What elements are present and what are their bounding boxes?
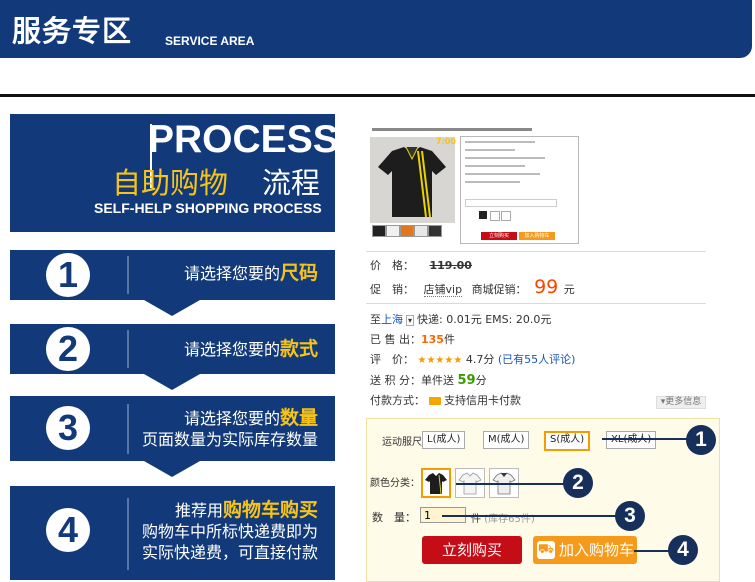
process-title-cn: 流程 [262,166,321,200]
thumb-4[interactable] [414,225,428,237]
header-divider [0,94,755,97]
color-option-black[interactable] [421,468,451,498]
step-divider [127,256,129,294]
thumbnail-title-bar [372,128,532,131]
step-arrow [144,374,200,390]
promo-row: 促 销： 店铺vip 商城促销： 99 元 [370,276,575,298]
header-subtitle: SERVICE AREA [165,34,255,48]
process-title-en: PROCESS [148,118,339,161]
chevron-down-icon[interactable]: ▾ [406,315,415,326]
callout-1: 1 [686,425,716,455]
rating-value: 4.7分 [465,353,495,366]
process-title-cn-highlight: 自助购物 [112,166,229,200]
callout-line [634,550,670,552]
size-option-s[interactable]: S(成人) [544,431,591,451]
step-divider [127,404,129,454]
points-value: 59 [457,373,476,388]
sold-row: 已 售 出：135件 [370,333,455,346]
product-photo [370,137,455,223]
buy-now-button[interactable]: 立刻购买 [422,536,522,564]
more-info-button[interactable]: ▾更多信息 [656,396,706,409]
reviews-link[interactable]: (已有55人评论) [498,353,576,366]
payment-text: 支持信用卡付款 [444,394,521,407]
step-divider [127,330,129,368]
step-3-number: 3 [46,406,90,450]
sold-count: 135 [421,333,444,346]
shipping-fee: 快递: 0.01元 EMS: 20.0元 [417,313,552,326]
price-label: 价 格： [370,259,414,272]
thumb-3[interactable] [400,225,414,237]
thumbnail-info-box: 立刻购买 加入购物车 [460,136,579,244]
currency: 元 [563,283,575,296]
thumbnail-price-tag: 7:00 [436,137,456,146]
step-4-number: 4 [46,508,90,552]
shipping-row: 至上海 ▾ 快递: 0.01元 EMS: 20.0元 [370,313,552,326]
size-option-m[interactable]: M(成人) [483,431,530,449]
callout-4: 4 [668,535,698,565]
step-1-text: 请选择您要的尺码 [183,262,318,284]
qty-unit: 件 (库存65件) [471,514,535,525]
callout-line [456,483,564,485]
promo-text: 商城促销： [471,283,527,296]
shirt-black-icon [425,473,447,495]
step-arrow [144,461,200,477]
row-divider [366,303,706,304]
cart-icon: ⛟ [537,541,555,559]
rating-stars-icon: ★★★★★ [417,355,463,366]
step-3-text: 请选择您要的数量 页面数量为实际库存数量 [141,407,318,450]
size-option-l[interactable]: L(成人) [422,431,466,449]
callout-2: 2 [563,468,593,498]
promo-tag[interactable]: 店铺vip [423,283,463,297]
thumb-1[interactable] [372,225,386,237]
step-divider [127,498,129,570]
step-4-text: 推荐用购物车购买 购物车中所标快递费即为实际快递费，可直接付款 [141,499,318,563]
callout-line [442,515,616,517]
step-1-number: 1 [46,253,90,297]
row-divider [366,251,706,252]
process-subtitle: SELF-HELP SHOPPING PROCESS [94,200,322,216]
header-title: 服务专区 [12,14,133,48]
polo-shirt-icon [378,146,446,218]
rating-row: 评 价： ★★★★★ 4.7分 (已有55人评论) [370,353,576,366]
step-2-text: 请选择您要的款式 [183,338,318,360]
qty-label: 数 量： [372,511,416,524]
thumb-2[interactable] [386,225,400,237]
callout-3: 3 [615,501,645,531]
step-arrow [144,300,200,316]
size-option-xl[interactable]: XL(成人) [606,431,657,449]
original-price: 119.00 [429,259,472,272]
payment-row: 付款方式： 支持信用卡付款 [370,394,521,407]
step-2-number: 2 [46,327,90,371]
credit-card-icon [428,397,441,405]
points-row: 送 积 分：单件送 59分 [370,373,487,388]
promo-label: 促 销： [370,283,414,296]
shipping-city-select[interactable]: 上海 [381,313,403,326]
callout-line [602,438,688,440]
thumb-5[interactable] [428,225,442,237]
price-row: 价 格： 119.00 [370,257,472,273]
color-label: 颜色分类： [370,478,420,489]
promo-price: 99 [534,276,559,298]
